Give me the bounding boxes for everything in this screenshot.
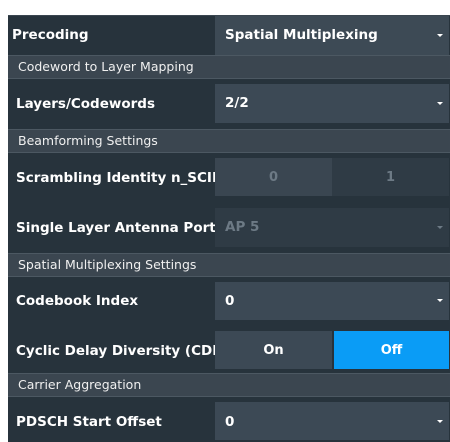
cdd-toggle[interactable]: On Off <box>215 331 449 369</box>
scrambling-label: Scrambling Identity n_SCID <box>16 170 224 186</box>
antenna-port-dropdown: AP 5 <box>215 208 449 247</box>
chevron-down-icon <box>437 34 443 37</box>
precoding-value: Spatial Multiplexing <box>225 27 378 43</box>
section-beamforming: Beamforming Settings <box>8 129 450 153</box>
scrambling-row: Scrambling Identity n_SCID 0 1 <box>8 152 450 202</box>
section-title: Carrier Aggregation <box>18 377 142 392</box>
section-codeword-mapping: Codeword to Layer Mapping <box>8 55 450 79</box>
section-carrier-aggregation: Carrier Aggregation <box>8 373 450 397</box>
chevron-down-icon <box>437 102 443 105</box>
antenna-port-label: Single Layer Antenna Port <box>16 220 216 236</box>
chevron-down-icon <box>437 299 443 302</box>
cdd-row: Cyclic Delay Diversity (CDD) On Off <box>8 327 450 373</box>
codebook-value: 0 <box>225 293 235 309</box>
scrambling-option-0: 0 <box>215 158 332 196</box>
antenna-port-row: Single Layer Antenna Port AP 5 <box>8 202 450 253</box>
cdd-off-button[interactable]: Off <box>334 331 449 369</box>
pdsch-offset-dropdown[interactable]: 0 <box>215 402 449 440</box>
cdd-label: Cyclic Delay Diversity (CDD) <box>16 343 230 359</box>
section-title: Beamforming Settings <box>18 133 158 148</box>
layers-codewords-row: Layers/Codewords 2/2 <box>8 78 450 129</box>
codebook-row: Codebook Index 0 <box>8 276 450 327</box>
precoding-dropdown[interactable]: Spatial Multiplexing <box>215 16 449 55</box>
layers-codewords-value: 2/2 <box>225 95 249 111</box>
layers-codewords-label: Layers/Codewords <box>16 96 155 112</box>
section-spatial-mux: Spatial Multiplexing Settings <box>8 253 450 277</box>
codebook-label: Codebook Index <box>16 293 139 309</box>
section-title: Spatial Multiplexing Settings <box>18 257 197 272</box>
precoding-label: Precoding <box>12 27 89 43</box>
scrambling-toggle: 0 1 <box>215 158 449 196</box>
antenna-port-value: AP 5 <box>225 219 260 235</box>
precoding-row: Precoding Spatial Multiplexing <box>8 16 450 55</box>
layers-codewords-dropdown[interactable]: 2/2 <box>215 84 449 123</box>
pdsch-offset-value: 0 <box>225 414 235 430</box>
pdsch-offset-label: PDSCH Start Offset <box>16 414 162 430</box>
section-title: Codeword to Layer Mapping <box>18 59 194 74</box>
scrambling-option-1: 1 <box>385 169 396 185</box>
cdd-on-button[interactable]: On <box>215 331 332 369</box>
settings-panel: Precoding Spatial Multiplexing Codeword … <box>8 15 450 442</box>
codebook-dropdown[interactable]: 0 <box>215 282 449 320</box>
chevron-down-icon <box>437 420 443 423</box>
pdsch-offset-row: PDSCH Start Offset 0 <box>8 396 450 442</box>
chevron-down-icon <box>437 226 443 229</box>
